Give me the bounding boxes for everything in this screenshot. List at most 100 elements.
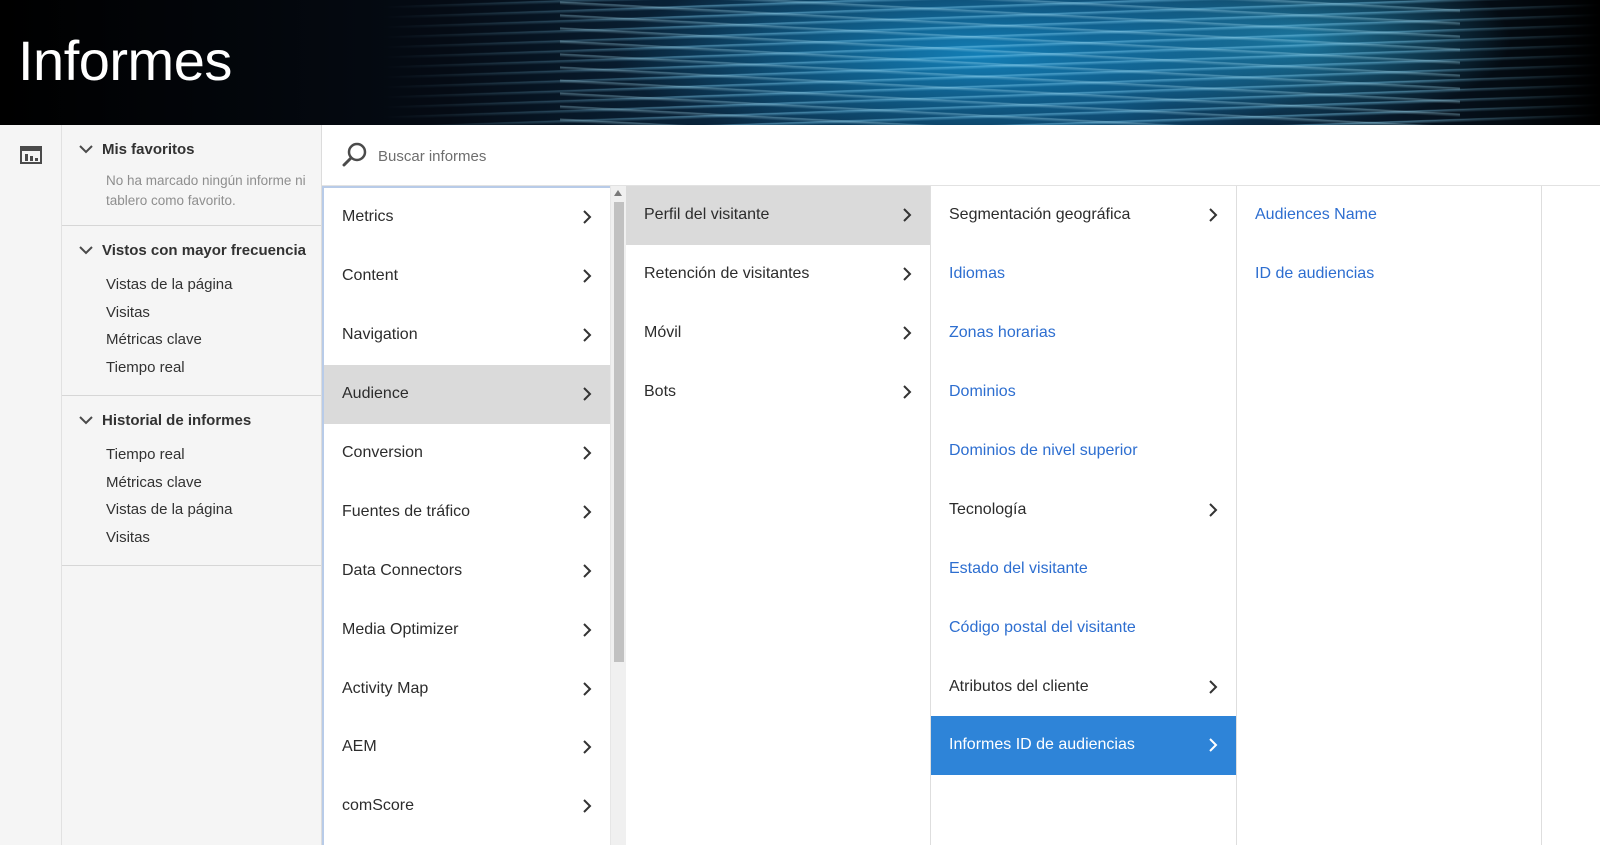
report-link-audience-id[interactable]: ID de audiencias [1237, 245, 1541, 304]
search-icon [342, 142, 367, 167]
menu-item-audience[interactable]: Audience [324, 364, 610, 424]
menu-item-content[interactable]: Content [324, 247, 610, 306]
menu-item-conversion[interactable]: Conversion [324, 424, 610, 483]
menu-item-label: Activity Map [342, 679, 429, 697]
menu-item-comscore[interactable]: comScore [324, 777, 610, 836]
report-link-visitor-zip[interactable]: Código postal del visitante [931, 598, 1236, 657]
sidebar: Mis favoritos No ha marcado ningún infor… [62, 125, 322, 845]
report-link-languages[interactable]: Idiomas [931, 245, 1236, 304]
sidebar-link[interactable]: Métricas clave [106, 469, 321, 497]
chevron-right-icon [583, 269, 592, 284]
chevron-down-icon [79, 416, 93, 425]
sidebar-link[interactable]: Visitas [106, 299, 321, 327]
sidebar-link[interactable]: Métricas clave [106, 326, 321, 354]
category-column-4: Audiences Name ID de audiencias [1237, 186, 1542, 845]
menu-item-label: Retención de visitantes [644, 265, 810, 283]
chevron-right-icon [903, 326, 912, 340]
report-link-label: Zonas horarias [949, 324, 1056, 342]
menu-item-data-connectors[interactable]: Data Connectors [324, 541, 610, 600]
history-section: Historial de informes Tiempo real Métric… [62, 396, 321, 566]
menu-item-technology[interactable]: Tecnología [931, 480, 1236, 539]
chevron-right-icon [583, 387, 592, 401]
chevron-right-icon [583, 740, 592, 755]
report-link-time-zones[interactable]: Zonas horarias [931, 304, 1236, 363]
search-input[interactable] [378, 141, 978, 171]
menu-item-geosegmentation[interactable]: Segmentación geográfica [931, 186, 1236, 245]
banner-texture-2 [560, 0, 1460, 125]
menu-item-bots[interactable]: Bots [626, 363, 930, 422]
favorites-header[interactable]: Mis favoritos [62, 137, 321, 161]
menu-item-label: Data Connectors [342, 561, 463, 579]
report-link-label: Idiomas [949, 265, 1006, 283]
chevron-right-icon [1209, 738, 1218, 753]
menu-item-label: Móvil [644, 324, 682, 342]
menu-item-label: Navigation [342, 326, 418, 344]
history-header[interactable]: Historial de informes [62, 408, 321, 432]
report-link-label: ID de audiencias [1255, 265, 1375, 283]
sidebar-link[interactable]: Tiempo real [106, 354, 321, 382]
chevron-right-icon [1209, 208, 1218, 223]
report-link-label: Dominios [949, 383, 1016, 401]
column-1-scrollbar[interactable] [610, 186, 626, 845]
chevron-right-icon [583, 799, 592, 814]
chevron-right-icon [583, 446, 592, 460]
menu-item-visitor-profile[interactable]: Perfil del visitante [626, 186, 930, 245]
section-title: Vistos con mayor frecuencia [102, 241, 306, 259]
menu-item-label: AEM [342, 738, 377, 756]
menu-item-traffic-sources[interactable]: Fuentes de tráfico [324, 482, 610, 541]
chevron-down-icon [79, 246, 93, 255]
menu-item-metrics[interactable]: Metrics [324, 188, 610, 247]
section-title: Mis favoritos [102, 140, 195, 158]
menu-item-label: Conversion [342, 444, 423, 461]
left-rail [0, 125, 62, 845]
report-list-icon[interactable] [20, 145, 42, 165]
sidebar-link[interactable]: Tiempo real [106, 441, 321, 469]
category-column-2: Perfil del visitante Retención de visita… [626, 186, 931, 845]
section-title: Historial de informes [102, 411, 252, 429]
report-link-domains[interactable]: Dominios [931, 363, 1236, 422]
page-title: Informes [18, 29, 232, 92]
menu-item-media-optimizer[interactable]: Media Optimizer [324, 600, 610, 659]
chevron-right-icon [583, 505, 592, 519]
menu-item-customer-attributes[interactable]: Atributos del cliente [931, 657, 1236, 716]
menu-item-activity-map[interactable]: Activity Map [324, 659, 610, 718]
menu-item-label: Audience [342, 385, 409, 403]
menu-item-label: Tecnología [949, 500, 1027, 518]
menu-item-label: comScore [342, 797, 415, 815]
report-link-top-level-domains[interactable]: Dominios de nivel superior [931, 422, 1236, 481]
menu-item-label: Perfil del visitante [644, 206, 770, 224]
menu-item-mobile[interactable]: Móvil [626, 304, 930, 363]
menu-item-navigation[interactable]: Navigation [324, 306, 610, 365]
menu-item-visitor-retention[interactable]: Retención de visitantes [626, 245, 930, 304]
report-link-audiences-name[interactable]: Audiences Name [1237, 186, 1541, 245]
report-link-label: Dominios de nivel superior [949, 442, 1138, 459]
chevron-right-icon [1209, 679, 1218, 694]
scrollbar-thumb[interactable] [614, 202, 624, 662]
menu-item-label: Atributos del cliente [949, 677, 1089, 695]
most-viewed-header[interactable]: Vistos con mayor frecuencia [62, 238, 321, 262]
scroll-up-arrow-icon[interactable] [614, 190, 622, 196]
sidebar-link[interactable]: Vistas de la página [106, 496, 321, 524]
menu-item-label: Content [342, 267, 399, 285]
chevron-right-icon [583, 622, 592, 637]
category-column-1: Metrics Content Navigation Audience Conv… [322, 186, 610, 845]
report-link-visitor-state[interactable]: Estado del visitante [931, 539, 1236, 598]
chevron-right-icon [903, 208, 912, 223]
header-banner: Informes [0, 0, 1600, 125]
chevron-right-icon [903, 385, 912, 399]
menu-item-label: Media Optimizer [342, 620, 459, 638]
report-link-label: Audiences Name [1255, 206, 1377, 224]
menu-item-label: Bots [644, 383, 677, 401]
menu-item-aem[interactable]: AEM [324, 718, 610, 777]
most-viewed-section: Vistos con mayor frecuencia Vistas de la… [62, 226, 321, 396]
category-column-3: Segmentación geográfica Idiomas Zonas ho… [931, 186, 1237, 845]
chevron-down-icon [79, 145, 93, 154]
chevron-right-icon [583, 564, 592, 578]
chevron-right-icon [583, 210, 592, 225]
menu-item-label: Fuentes de tráfico [342, 502, 471, 520]
chevron-right-icon [583, 681, 592, 696]
sidebar-link[interactable]: Visitas [106, 524, 321, 552]
chevron-right-icon [1209, 503, 1218, 517]
sidebar-link[interactable]: Vistas de la página [106, 271, 321, 299]
menu-item-audience-id-reports[interactable]: Informes ID de audiencias [931, 716, 1236, 775]
